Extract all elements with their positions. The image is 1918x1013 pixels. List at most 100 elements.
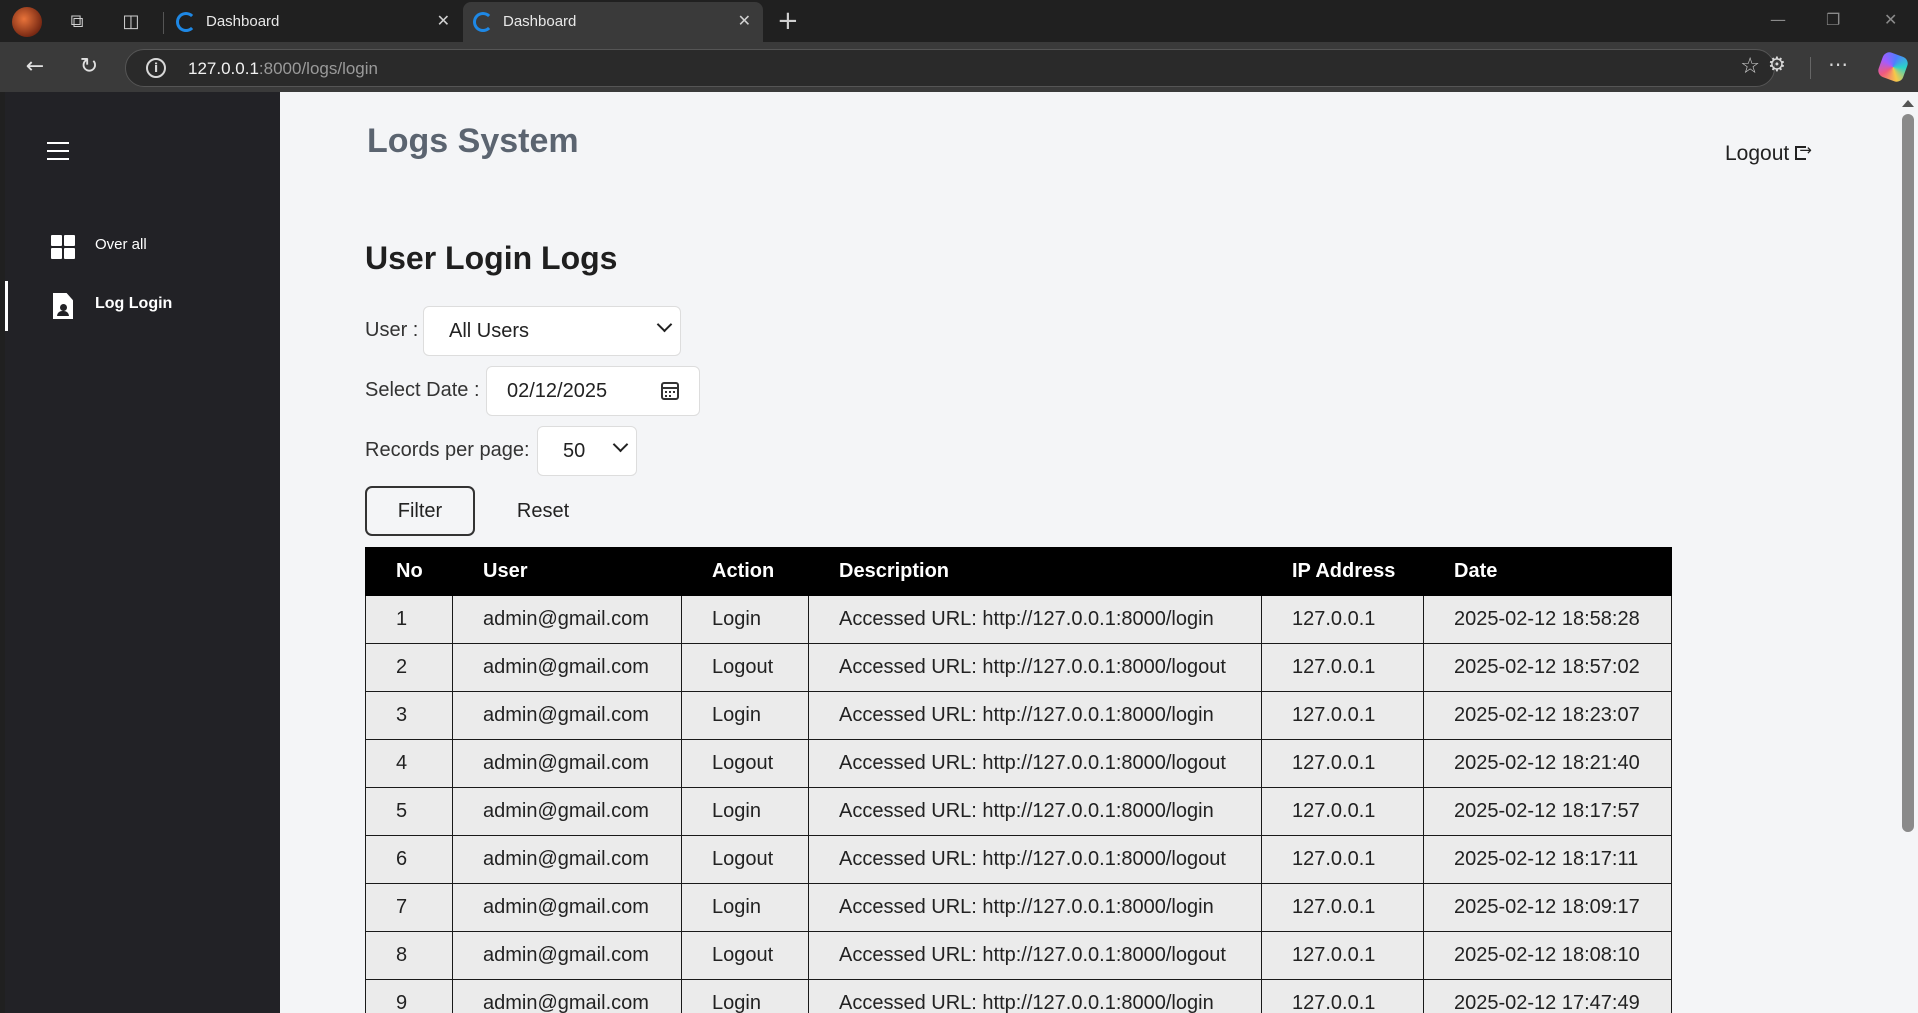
close-tab-icon[interactable]: ✕ <box>437 11 450 30</box>
table-cell: 127.0.0.1 <box>1261 931 1424 980</box>
table-row: 3 admin@gmail.com Login Accessed URL: http:… <box>365 691 1672 740</box>
table-row: 8 admin@gmail.com Logout Accessed URL: http… <box>365 931 1672 980</box>
app-title: Logs System <box>367 122 579 160</box>
table-cell: 2025-02-12 18:09:17 <box>1423 883 1672 932</box>
table-cell: Login <box>681 691 809 740</box>
logout-icon <box>1795 141 1812 160</box>
table-cell: Accessed URL: http://127.0.0.1:8000/logi… <box>808 595 1262 644</box>
workspaces-icon[interactable]: ⧉ <box>64 9 90 35</box>
hamburger-menu-icon[interactable] <box>47 142 69 160</box>
column-header: Action <box>681 547 809 596</box>
reset-button[interactable]: Reset <box>493 486 593 536</box>
table-cell: 127.0.0.1 <box>1261 739 1424 788</box>
grid-icon <box>51 235 75 259</box>
new-tab-icon[interactable]: + <box>777 6 799 36</box>
table-cell: 2025-02-12 18:17:11 <box>1423 835 1672 884</box>
table-row: 9 admin@gmail.com Login Accessed URL: http:… <box>365 979 1672 1013</box>
minimize-icon[interactable]: — <box>1770 10 1786 29</box>
sidebar-item-label: Over all <box>95 236 147 253</box>
star-icon[interactable]: ☆ <box>1740 54 1760 79</box>
table-cell: Accessed URL: http://127.0.0.1:8000/logi… <box>808 787 1262 836</box>
table-cell: 2025-02-12 18:23:07 <box>1423 691 1672 740</box>
table-cell: Logout <box>681 739 809 788</box>
table-cell: admin@gmail.com <box>452 931 682 980</box>
table-cell: admin@gmail.com <box>452 883 682 932</box>
table-cell: 3 <box>365 691 453 740</box>
maximize-icon[interactable]: ❐ <box>1826 10 1840 29</box>
date-input[interactable]: 02/12/2025 <box>486 366 700 416</box>
browser-toolbar: ← ↻ i 127.0.0.1:8000/logs/login ☆ ⚙ ⋯ <box>0 42 1918 92</box>
table-cell: Accessed URL: http://127.0.0.1:8000/logi… <box>808 691 1262 740</box>
table-cell: admin@gmail.com <box>452 835 682 884</box>
chevron-down-icon <box>612 436 629 453</box>
table-cell: 127.0.0.1 <box>1261 835 1424 884</box>
document-user-icon <box>53 293 73 319</box>
table-row: 7 admin@gmail.com Login Accessed URL: http:… <box>365 883 1672 932</box>
scrollbar-thumb[interactable] <box>1902 114 1914 832</box>
column-header: User <box>452 547 682 596</box>
table-cell: 127.0.0.1 <box>1261 691 1424 740</box>
table-cell: Login <box>681 979 809 1013</box>
scroll-up-arrow-icon[interactable] <box>1902 100 1914 107</box>
column-header: No <box>365 547 453 596</box>
sidebar-item-overall[interactable]: Over all <box>5 221 280 271</box>
url-text[interactable]: 127.0.0.1:8000/logs/login <box>188 59 378 79</box>
chevron-down-icon <box>656 316 673 333</box>
table-row: 5 admin@gmail.com Login Accessed URL: http:… <box>365 787 1672 836</box>
filter-button[interactable]: Filter <box>365 486 475 536</box>
copilot-icon[interactable] <box>1876 50 1910 84</box>
table-cell: Login <box>681 595 809 644</box>
table-row: 4 admin@gmail.com Logout Accessed URL: http… <box>365 739 1672 788</box>
browser-tab-2[interactable]: Dashboard ✕ <box>463 2 763 42</box>
tab-separator <box>163 12 164 34</box>
table-cell: 127.0.0.1 <box>1261 979 1424 1013</box>
per-page-label: Records per page: <box>365 439 530 461</box>
user-filter-label: User : <box>365 319 419 341</box>
table-cell: admin@gmail.com <box>452 979 682 1013</box>
sidebar-item-label: Log Login <box>95 295 173 312</box>
page-title: User Login Logs <box>365 240 618 276</box>
table-cell: Logout <box>681 835 809 884</box>
logs-table: No User Action Description IP Address Da… <box>365 547 1672 1013</box>
dashboard-favicon-icon <box>473 12 493 32</box>
table-cell: 127.0.0.1 <box>1261 595 1424 644</box>
reload-icon[interactable]: ↻ <box>74 52 104 82</box>
table-cell: 6 <box>365 835 453 884</box>
puzzle-icon[interactable]: ⚙ <box>1768 52 1786 76</box>
table-cell: 2025-02-12 18:57:02 <box>1423 643 1672 692</box>
vertical-tabs-icon[interactable]: ◫ <box>118 9 144 35</box>
table-cell: 8 <box>365 931 453 980</box>
table-cell: 9 <box>365 979 453 1013</box>
calendar-icon[interactable] <box>661 382 679 400</box>
user-select[interactable]: All Users <box>423 306 681 356</box>
page-scrollbar[interactable] <box>1898 92 1918 1013</box>
table-cell: Accessed URL: http://127.0.0.1:8000/logo… <box>808 643 1262 692</box>
table-row: 2 admin@gmail.com Logout Accessed URL: http… <box>365 643 1672 692</box>
page-viewport: Over all Log Login Logs System Logout Us… <box>5 92 1898 1013</box>
browser-tab-1[interactable]: Dashboard ✕ <box>166 2 462 42</box>
user-select-value: All Users <box>449 320 530 342</box>
table-cell: 1 <box>365 595 453 644</box>
column-header: Description <box>808 547 1262 596</box>
table-cell: Accessed URL: http://127.0.0.1:8000/logi… <box>808 883 1262 932</box>
address-bar[interactable]: i 127.0.0.1:8000/logs/login ☆ <box>125 49 1775 87</box>
profile-avatar[interactable] <box>12 7 42 37</box>
table-cell: Accessed URL: http://127.0.0.1:8000/logi… <box>808 979 1262 1013</box>
close-tab-icon[interactable]: ✕ <box>738 11 751 30</box>
table-cell: Logout <box>681 931 809 980</box>
ellipsis-icon[interactable]: ⋯ <box>1828 52 1848 76</box>
logout-link[interactable]: Logout <box>1725 141 1812 166</box>
table-cell: 2025-02-12 18:08:10 <box>1423 931 1672 980</box>
tab-title: Dashboard <box>503 13 577 30</box>
table-cell: 2025-02-12 18:58:28 <box>1423 595 1672 644</box>
sidebar: Over all Log Login <box>5 92 280 1013</box>
sidebar-item-log-login[interactable]: Log Login <box>5 281 280 331</box>
per-page-select[interactable]: 50 <box>537 426 637 476</box>
table-cell: admin@gmail.com <box>452 643 682 692</box>
table-cell: 2 <box>365 643 453 692</box>
info-icon[interactable]: i <box>146 58 166 78</box>
back-arrow-icon[interactable]: ← <box>20 52 50 82</box>
logout-label: Logout <box>1725 142 1790 165</box>
table-cell: Accessed URL: http://127.0.0.1:8000/logo… <box>808 931 1262 980</box>
close-window-icon[interactable]: ✕ <box>1884 10 1897 29</box>
